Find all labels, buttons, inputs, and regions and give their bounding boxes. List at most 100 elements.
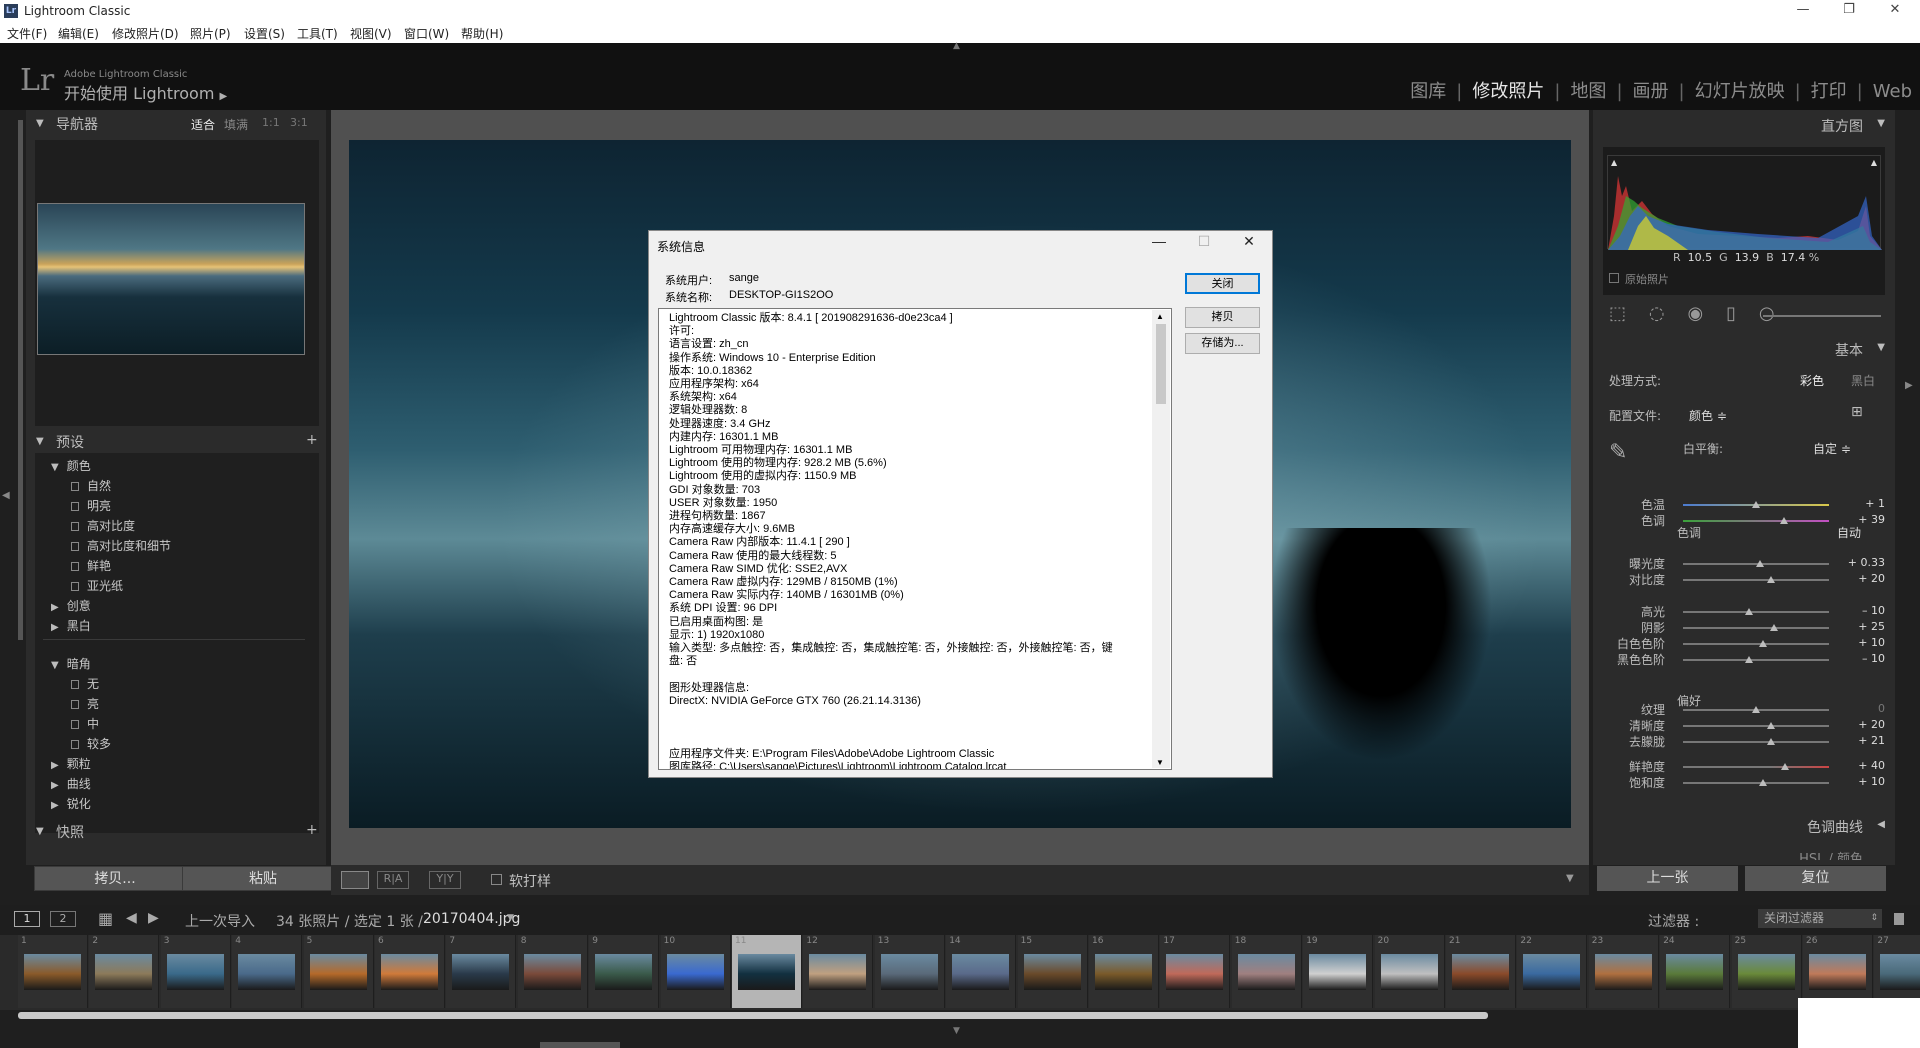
expand-triangle-icon[interactable]: ◀ [1877,819,1885,830]
preset-group-creative[interactable]: ▶ 创意 [51,597,91,614]
slider-value[interactable]: + 20 [1845,718,1885,731]
zoom-fit[interactable]: 适合 [191,116,215,133]
slider-value[interactable]: – 10 [1845,604,1885,617]
module-web[interactable]: Web [1873,81,1912,102]
second-window-button[interactable]: 2 [50,911,76,927]
grid-view-icon[interactable]: ▦ [98,909,113,928]
slider-knob[interactable] [1744,656,1753,663]
original-photo-checkbox[interactable] [1609,273,1619,283]
profile-browser-icon[interactable]: ⊞ [1851,404,1863,420]
menu-help[interactable]: 帮助(H) [461,25,503,42]
slider-track[interactable] [1683,779,1829,786]
preset-item[interactable]: 较多 [71,735,111,752]
slider-knob[interactable] [1769,624,1778,631]
copy-settings-button[interactable]: 拷贝... [34,866,196,891]
scroll-thumb[interactable] [1156,324,1166,404]
graduated-filter-icon[interactable]: ▯ [1726,303,1736,324]
copy-button[interactable]: 拷贝 [1185,307,1260,328]
module-print[interactable]: 打印 [1811,81,1847,102]
filmstrip-thumbnail[interactable]: 6 [375,935,445,1008]
menu-settings[interactable]: 设置(S) [244,25,285,42]
filmstrip-thumbnail[interactable]: 24 [1660,935,1731,1008]
auto-tone-button[interactable]: 自动 [1837,524,1861,541]
preset-item[interactable]: 中 [71,715,99,732]
preset-group-curve[interactable]: ▶ 曲线 [51,775,91,792]
filter-select[interactable]: 关闭过滤器 ⇕ [1758,909,1882,928]
filmstrip-thumbnail[interactable]: 4 [232,935,303,1008]
slider-track[interactable] [1683,722,1829,729]
slider-knob[interactable] [1779,517,1788,524]
slider-value[interactable]: + 25 [1845,620,1885,633]
white-balance-eyedropper-icon[interactable]: ✎ [1609,440,1627,465]
filmstrip-thumbnail[interactable]: 10 [660,935,731,1008]
slider-track[interactable] [1683,608,1829,615]
slider-knob[interactable] [1752,706,1760,713]
left-panel-toggle-icon[interactable]: ◀ [2,490,10,501]
scroll-up-icon[interactable]: ▲ [1156,310,1164,323]
crop-tool-icon[interactable]: ⬚ [1609,303,1626,324]
menu-tools[interactable]: 工具(T) [297,25,338,42]
menu-window[interactable]: 窗口(W) [404,25,449,42]
filmstrip-thumbnail[interactable]: 8 [517,935,588,1008]
slider-value[interactable]: 0 [1845,702,1885,715]
collapse-top-arrow-icon[interactable]: ▲ [953,41,960,51]
filmstrip-thumbnail[interactable]: 1 [18,935,88,1008]
filmstrip-thumbnail[interactable]: 5 [303,935,374,1008]
profile-select[interactable]: 颜色 ≑ [1689,407,1727,424]
spot-removal-icon[interactable]: ◌ [1649,303,1665,324]
shadow-clip-icon[interactable]: ▲ [1611,158,1617,167]
filmstrip-thumbnail[interactable]: 9 [589,935,660,1008]
filmstrip-thumbnail[interactable]: 25 [1731,935,1802,1008]
slider-knob[interactable] [1752,501,1760,508]
dialog-minimize-button[interactable]: — [1139,233,1179,249]
filmstrip-thumbnail[interactable]: 22 [1517,935,1588,1008]
module-develop[interactable]: 修改照片 [1472,81,1544,102]
treatment-color[interactable]: 彩色 [1800,372,1824,389]
slider-value[interactable]: + 40 [1845,759,1885,772]
close-button[interactable]: 关闭 [1185,273,1260,294]
filmstrip-thumbnail[interactable]: 3 [160,935,231,1008]
module-slideshow[interactable]: 幻灯片放映 [1695,81,1785,102]
before-after-yy-icon[interactable]: Y|Y [429,871,461,889]
slider-track[interactable] [1683,763,1829,770]
menu-edit[interactable]: 编辑(E) [58,25,99,42]
preset-item[interactable]: 亚光纸 [71,577,123,594]
zoom-fill[interactable]: 填满 [224,116,248,133]
collapse-bottom-arrow-icon[interactable]: ▼ [953,1026,960,1036]
slider-track[interactable] [1683,656,1829,663]
filmstrip-thumbnail[interactable]: 16 [1089,935,1159,1008]
navigator-thumbnail[interactable] [37,203,305,355]
collapse-triangle-icon[interactable]: ▼ [1877,118,1885,129]
filmstrip-thumbnail[interactable]: 19 [1303,935,1374,1008]
menu-file[interactable]: 文件(F) [7,25,47,42]
soft-proof-checkbox[interactable] [491,874,502,885]
filter-lock-icon[interactable] [1894,913,1904,925]
toolbar-menu-icon[interactable]: ▼ [1566,873,1574,884]
reset-button[interactable]: 复位 [1745,866,1886,891]
slider-value[interactable]: – 10 [1845,652,1885,665]
collapse-triangle-icon[interactable]: ▼ [1877,342,1885,353]
file-dropdown-icon[interactable]: ▼ [507,913,514,923]
preset-item[interactable]: 自然 [71,477,111,494]
menu-photo[interactable]: 照片(P) [190,25,231,42]
preset-group-sharpen[interactable]: ▶ 锐化 [51,795,91,812]
preset-item[interactable]: 鲜艳 [71,557,111,574]
save-as-button[interactable]: 存储为... [1185,333,1260,354]
module-library[interactable]: 图库 [1410,81,1446,102]
filmstrip-thumbnail[interactable]: 7 [446,935,517,1008]
slider-knob[interactable] [1744,608,1753,615]
info-scrollbar[interactable]: ▲ ▼ [1152,310,1170,768]
slider-value[interactable]: + 0.33 [1845,556,1885,569]
getting-started-link[interactable]: 开始使用 Lightroom ▶ [64,80,227,104]
preset-item[interactable]: 亮 [71,695,99,712]
wb-select[interactable]: 自定 ≑ [1813,440,1851,457]
before-after-lr-icon[interactable]: R|A [377,871,409,889]
highlight-clip-icon[interactable]: ▲ [1871,158,1877,167]
slider-knob[interactable] [1759,779,1768,786]
preset-group-vignette[interactable]: ▼ 暗角 [51,655,91,672]
slider-value[interactable]: + 10 [1845,636,1885,649]
slider-knob[interactable] [1766,576,1775,583]
slider-track[interactable] [1683,640,1829,647]
slider-track[interactable] [1683,501,1829,508]
back-arrow-icon[interactable]: ◀ [126,910,137,926]
